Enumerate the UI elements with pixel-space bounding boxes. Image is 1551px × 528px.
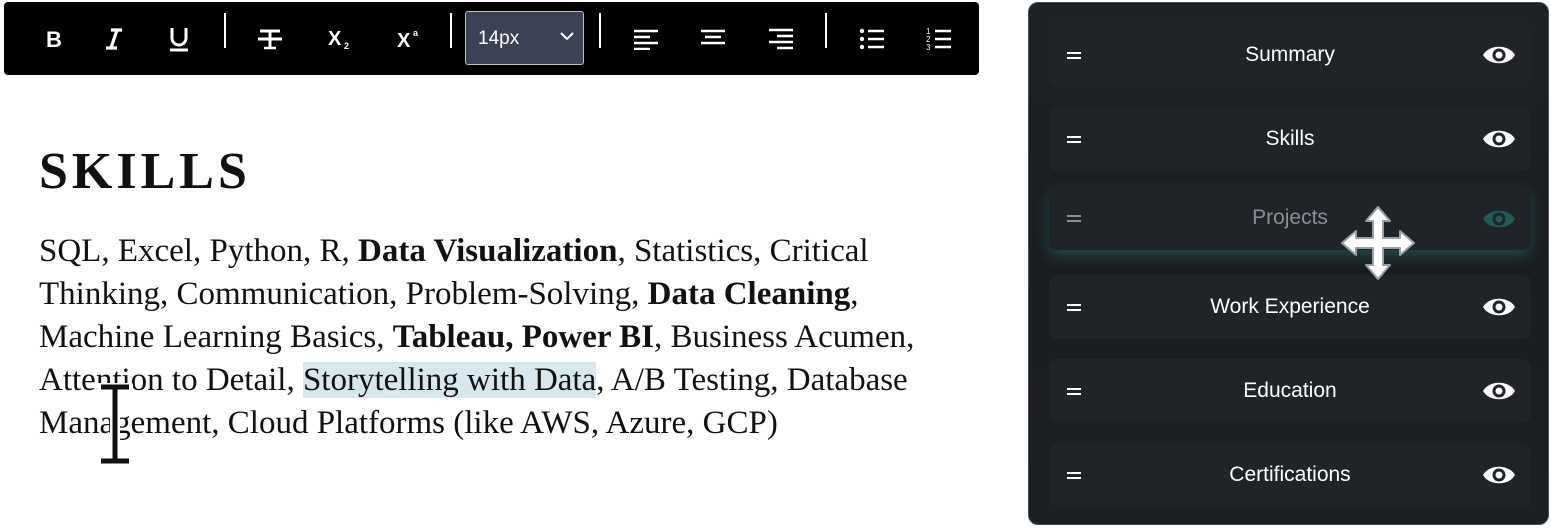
bullet-list-button[interactable] [849,16,895,62]
section-label: Summary [1245,43,1335,66]
section-heading: SKILLS [39,143,251,200]
formatting-toolbar: B X 2 X a 14px 1 2 3 [4,2,979,75]
eye-icon[interactable] [1481,294,1517,320]
bold-text: Data Cleaning [647,276,851,312]
section-row-summary[interactable]: Summary [1049,23,1531,87]
numbered-list-icon: 1 2 3 [926,27,951,51]
section-order-panel: Summary Skills Projects Work Experience [1028,2,1549,525]
align-right-button[interactable] [758,16,804,62]
section-label: Certifications [1229,463,1351,486]
eye-icon[interactable] [1481,462,1517,488]
svg-text:a: a [413,28,419,38]
move-cursor-icon [1341,206,1415,280]
section-row-skills[interactable]: Skills [1049,107,1531,171]
italic-button[interactable] [91,16,137,62]
toolbar-divider [825,13,827,48]
eye-icon[interactable] [1481,126,1517,152]
subscript-icon: X 2 [328,28,349,51]
svg-text:B: B [46,28,62,50]
underline-icon [170,28,188,52]
chevron-down-icon [560,32,574,41]
eye-icon[interactable] [1481,42,1517,68]
font-size-value: 14px [478,28,520,49]
svg-text:2: 2 [344,41,349,51]
subscript-button[interactable]: X 2 [318,16,364,62]
section-row-education[interactable]: Education [1049,359,1531,423]
svg-text:3: 3 [926,43,931,51]
align-left-icon [634,29,658,50]
section-label: Skills [1265,127,1315,150]
selected-text: Storytelling with Data [302,362,597,398]
align-center-button[interactable] [690,16,736,62]
numbered-list-button[interactable]: 1 2 3 [916,16,962,62]
bullet-list-icon [859,28,884,50]
align-right-icon [769,28,793,50]
bold-text: Data Visualization [358,233,618,269]
italic-icon [106,28,122,50]
svg-text:X: X [328,28,342,50]
bold-icon: B [46,28,62,50]
svg-text:X: X [397,30,411,51]
align-left-button[interactable] [623,16,669,62]
align-center-icon [701,29,725,45]
bold-button[interactable]: B [31,16,77,62]
eye-icon[interactable] [1481,378,1517,404]
section-label: Projects [1252,206,1328,229]
font-size-select[interactable]: 14px [465,11,584,65]
strikethrough-icon [258,29,282,50]
eye-icon[interactable] [1481,206,1517,232]
toolbar-divider [599,13,601,48]
section-row-projects[interactable]: Projects [1049,186,1531,250]
toolbar-divider [450,13,452,48]
superscript-icon: X a [397,28,419,51]
skills-paragraph[interactable]: SQL, Excel, Python, R, Data Visualizatio… [39,230,959,445]
section-row-certifications[interactable]: Certifications [1049,443,1531,507]
section-row-work-experience[interactable]: Work Experience [1049,275,1531,339]
strikethrough-button[interactable] [247,16,293,62]
bold-text: Tableau, Power BI [392,319,655,355]
text-segment: SQL, Excel, Python, R, [39,233,358,269]
section-label: Work Experience [1210,295,1370,318]
toolbar-divider [224,13,226,48]
underline-button[interactable] [156,16,202,62]
superscript-button[interactable]: X a [387,16,433,62]
section-label: Education [1243,379,1337,402]
resume-editor[interactable]: SKILLS SQL, Excel, Python, R, Data Visua… [0,112,990,528]
text-cursor-icon [97,383,133,465]
